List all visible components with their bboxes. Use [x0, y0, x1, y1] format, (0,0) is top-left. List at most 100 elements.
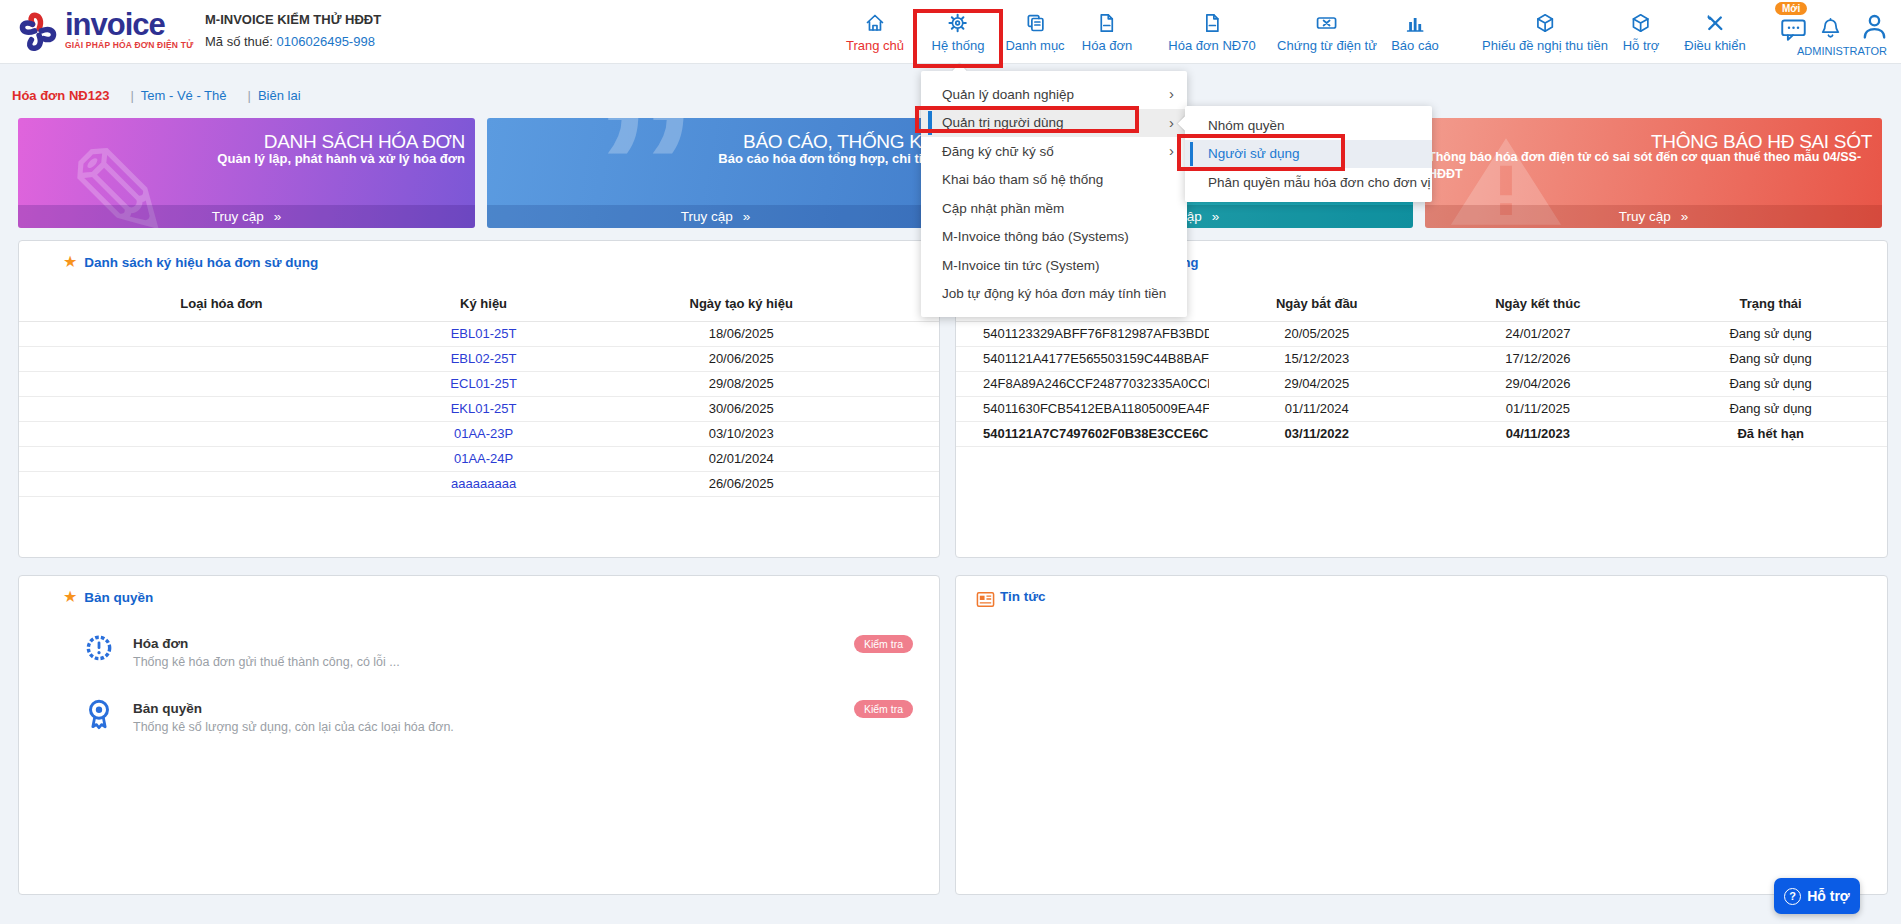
star-icon: ★ — [63, 589, 77, 605]
ticket-icon — [1277, 11, 1377, 33]
license-item-title: Hóa đơn — [133, 636, 188, 651]
folders-icon — [1005, 11, 1064, 33]
card-reports[interactable]: ” BÁO CÁO, THỐNG KÊ Báo cáo hóa đơn tổng… — [487, 118, 944, 228]
table-row: 5401121A4177E565503159C44B8BAF15/12/2023… — [956, 346, 1887, 371]
check-button[interactable]: Kiểm tra — [854, 700, 913, 718]
bell-icon[interactable] — [1818, 17, 1843, 46]
medal-icon — [83, 698, 115, 732]
symbol-link[interactable]: ECL01-25T — [450, 376, 516, 391]
card-error-notice[interactable]: THÔNG BÁO HĐ SAI SÓT Thông báo hóa đơn đ… — [1425, 118, 1882, 228]
card-access-button[interactable]: Truy cập» — [1425, 205, 1882, 228]
table-row: EBL02-25T20/06/2025 — [19, 346, 939, 371]
question-icon: ? — [1784, 888, 1801, 905]
card-title: BÁO CÁO, THỐNG KÊ — [499, 131, 934, 153]
user-area: Mới ADMINISTRATOR — [1755, 0, 1895, 64]
submenu-item-phan-quyen-mau[interactable]: Phân quyền mẫu hóa đơn cho đơn vị — [1185, 168, 1432, 197]
badge-exclamation-icon — [83, 633, 115, 665]
document-icon — [1082, 11, 1132, 33]
status: Đang sử dụng — [1654, 396, 1887, 421]
chevron-right-icon: › — [1169, 114, 1174, 131]
tax-label: Mã số thuế: — [205, 34, 273, 49]
card-subtitle: Báo cáo hóa đơn tổng hợp, chi tiết — [497, 151, 934, 166]
symbol-link[interactable]: EBL02-25T — [451, 351, 517, 366]
table-row: EBL01-25T18/06/2025 — [19, 321, 939, 346]
logo[interactable]: invoice GIẢI PHÁP HÓA ĐƠN ĐIỆN TỬ — [16, 10, 193, 54]
symbol-link[interactable]: 01AA-24P — [454, 451, 513, 466]
brand-tagline: GIẢI PHÁP HÓA ĐƠN ĐIỆN TỬ — [65, 40, 193, 50]
subnav-item-hoa-don-nd123[interactable]: Hóa đơn NĐ123 — [12, 88, 109, 103]
symbol-link[interactable]: 01AA-23P — [454, 426, 513, 441]
nav-danh-muc[interactable]: Danh mục — [1005, 11, 1064, 53]
nav-bao-cao[interactable]: Báo cáo — [1391, 11, 1439, 53]
certificate-serial: 5401123329ABFF76F812987AFB3BDD — [983, 326, 1209, 341]
certificate-serial: 54011630FCB5412EBA11805009EA4F — [983, 401, 1209, 416]
menu-item-thong-bao-systems[interactable]: M-Invoice thông báo (Systems) — [921, 223, 1187, 252]
check-button[interactable]: Kiểm tra — [854, 635, 913, 653]
table-row: 01AA-24P02/01/2024 — [19, 446, 939, 471]
chevron-right-icon: › — [1169, 142, 1174, 159]
col-ngay-ket-thuc: Ngày kết thúc — [1421, 287, 1654, 321]
nav-dieu-khien[interactable]: Điều khiển — [1684, 11, 1745, 53]
star-icon: ★ — [63, 254, 77, 270]
company-tax: Mã số thuế: 0106026495-998 — [205, 34, 381, 49]
card-invoice-list[interactable]: ✎ DANH SÁCH HÓA ĐƠN Quản lý lập, phát hà… — [18, 118, 475, 228]
support-button[interactable]: ? Hỗ trợ — [1774, 878, 1860, 914]
separator: | — [248, 88, 251, 103]
license-panel: ★ Bản quyền Hóa đơn Thống kê hóa đơn gửi… — [18, 575, 940, 895]
news-panel: Tin tức — [955, 575, 1888, 895]
symbol-link[interactable]: aaaaaaaaa — [451, 476, 516, 491]
symbol-link[interactable]: EBL01-25T — [451, 326, 517, 341]
menu-item-quan-ly-doanh-nghiep[interactable]: Quản lý doanh nghiệp› — [921, 80, 1187, 109]
minvoice-logo-icon — [16, 10, 60, 54]
user-name[interactable]: ADMINISTRATOR — [1797, 45, 1887, 57]
card-subtitle: Thông báo hóa đơn điện tử có sai sót đến… — [1428, 149, 1882, 183]
panel-title-text: Danh sách ký hiệu hóa đơn sử dụng — [84, 255, 318, 270]
subnav: Hóa đơn NĐ123 | Tem - Vé - Thẻ | Biên la… — [12, 88, 301, 103]
status: Đang sử dụng — [1654, 346, 1887, 371]
separator: | — [130, 88, 133, 103]
license-item-desc: Thống kê số lượng sử dụng, còn lại của c… — [133, 720, 454, 734]
user-avatar-icon[interactable] — [1859, 11, 1890, 46]
card-access-button[interactable]: Truy cập» — [487, 205, 944, 228]
table-row: 54011630FCB5412EBA11805009EA4F01/11/2024… — [956, 396, 1887, 421]
table-row: 24F8A89A246CCF24877032335A0CCI29/04/2025… — [956, 371, 1887, 396]
annotation-box-nguoi-su-dung — [1177, 134, 1345, 171]
tax-code[interactable]: 0106026495-998 — [277, 34, 375, 49]
brand-name: invoice — [65, 10, 193, 40]
nav-trang-chu[interactable]: Trang chủ — [846, 11, 904, 53]
menu-item-dang-ky-chu-ky-so[interactable]: Đăng ký chữ ký số› — [921, 137, 1187, 166]
table-row: aaaaaaaaa26/06/2025 — [19, 471, 939, 496]
col-ngay-tao: Ngày tạo ký hiệu — [543, 287, 939, 321]
cube-icon — [1623, 11, 1660, 33]
chat-icon[interactable] — [1780, 16, 1807, 47]
panel-title-text: Bản quyền — [84, 590, 153, 605]
menu-item-tin-tuc-system[interactable]: M-Invoice tin tức (System) — [921, 251, 1187, 280]
nav-hoa-don-nd70[interactable]: Hóa đơn NĐ70 — [1168, 11, 1255, 53]
company-name: M-INVOICE KIỂM THỬ HĐĐT — [205, 12, 381, 27]
card-subtitle: Quản lý lập, phát hành và xử lý hóa đơn — [28, 151, 465, 166]
nav-chung-tu-dien-tu[interactable]: Chứng từ điện tử — [1277, 11, 1377, 53]
certificate-serial: 5401121A4177E565503159C44B8BAF — [983, 351, 1209, 366]
status: Đang sử dụng — [1654, 321, 1887, 346]
subnav-item-tem-ve-the[interactable]: Tem - Vé - Thẻ — [141, 88, 227, 103]
bar-chart-icon — [1391, 11, 1439, 33]
nav-hoa-don[interactable]: Hóa đơn — [1082, 11, 1132, 53]
subnav-item-bien-lai[interactable]: Biên lai — [258, 88, 301, 103]
table-row: 01AA-23P03/10/2023 — [19, 421, 939, 446]
table-header-row: Loại hóa đơn Ký hiệu Ngày tạo ký hiệu — [19, 287, 939, 321]
nav-phieu-de-nghi-thu-tien[interactable]: Phiếu đề nghị thu tiền — [1482, 11, 1608, 53]
annotation-box-quan-tri-nguoi-dung — [915, 106, 1139, 133]
new-badge: Mới — [1775, 2, 1807, 15]
panel-title-text: Tin tức — [1000, 589, 1046, 604]
col-trang-thai: Trạng thái — [1654, 287, 1887, 321]
card-access-button[interactable]: Truy cập» — [18, 205, 475, 228]
company-info: M-INVOICE KIỂM THỬ HĐĐT Mã số thuế: 0106… — [205, 12, 381, 49]
cube-icon — [1482, 11, 1608, 33]
menu-item-cap-nhat-phan-mem[interactable]: Cập nhật phần mềm — [921, 194, 1187, 223]
symbol-link[interactable]: EKL01-25T — [451, 401, 517, 416]
menu-item-khai-bao-tham-so[interactable]: Khai báo tham số hệ thống — [921, 166, 1187, 195]
nav-ho-tro[interactable]: Hỗ trợ — [1623, 11, 1660, 53]
menu-item-job-tu-dong-ky[interactable]: Job tự động ký hóa đơn máy tính tiền — [921, 280, 1187, 309]
table-row: ECL01-25T29/08/2025 — [19, 371, 939, 396]
chevron-right-icon: › — [1169, 85, 1174, 102]
